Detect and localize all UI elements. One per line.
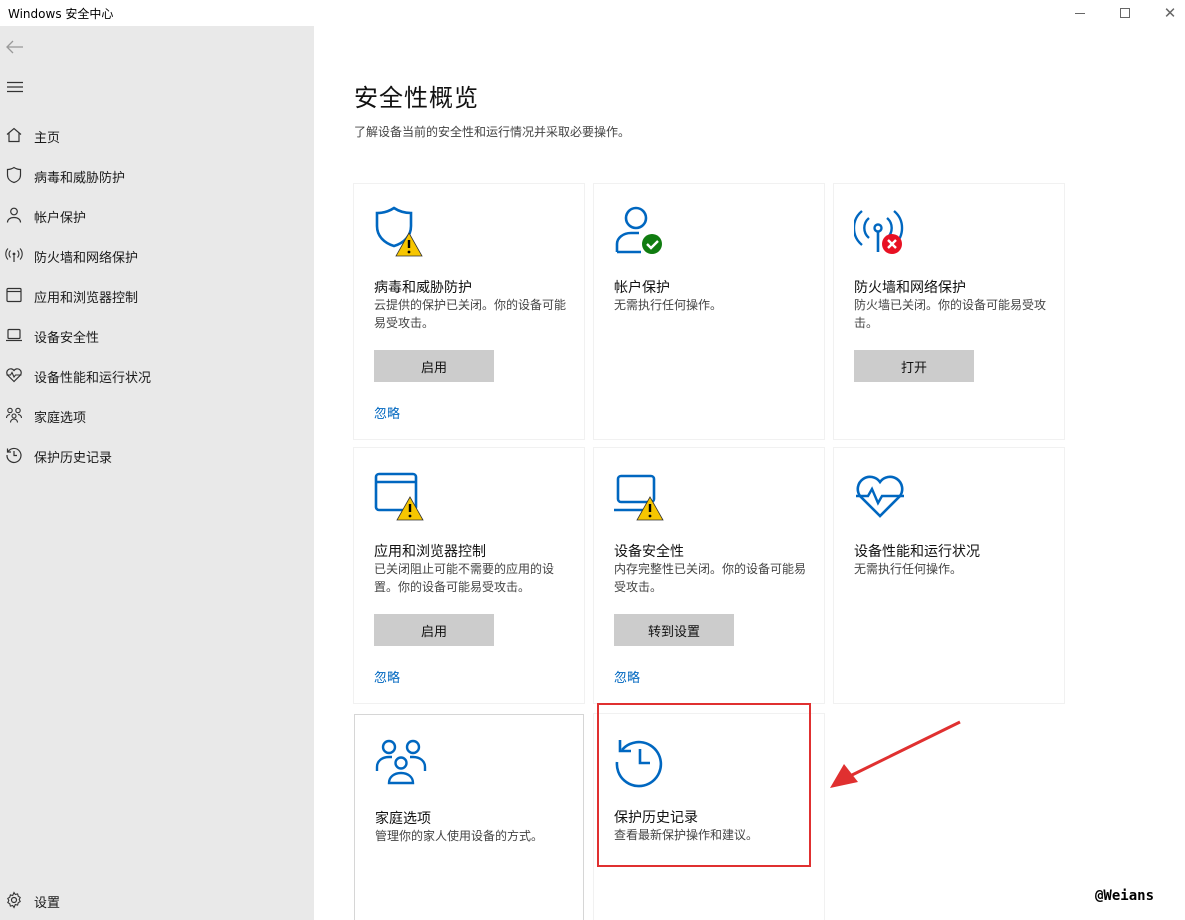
person-check-icon [615,206,662,254]
sidebar-item-label: 保护历史记录 [34,451,113,466]
laptop-icon [6,328,22,342]
sidebar-item-history[interactable]: 保护历史记录 [0,435,314,475]
sidebar-item-label: 应用和浏览器控制 [34,291,139,306]
sidebar-item-account[interactable]: 帐户保护 [0,195,314,235]
person-icon [6,207,22,223]
sidebar-item-label: 设备性能和运行状况 [34,371,152,386]
maximize-icon [1120,8,1130,18]
watermark: @Weians [1095,888,1155,904]
tile-description: 防火墙已关闭。你的设备可能易受攻击。 [854,298,1047,330]
tile-title: 设备性能和运行状况 [854,544,980,560]
family-icon [5,407,23,423]
sidebar-item-label: 家庭选项 [34,411,87,426]
tile-firewall[interactable]: 防火墙和网络保护 防火墙已关闭。你的设备可能易受攻击。 打开 [834,184,1064,439]
main-content: 安全性概览 了解设备当前的安全性和运行情况并采取必要操作。 病毒和威胁防护 云提… [314,26,1185,920]
tile-description: 内存完整性已关闭。你的设备可能易受攻击。 [614,562,807,594]
tile-family-options[interactable]: 家庭选项 管理你的家人使用设备的方式。 [354,714,584,920]
highlight-box [597,703,811,867]
antenna-icon [5,248,23,262]
tile-title: 病毒和威胁防护 [374,280,472,296]
close-button[interactable]: ✕ [1145,0,1185,26]
sidebar-nav: 主页 病毒和威胁防护 帐户保护 防火墙和网络保护 应用和浏览器控制 设备安全性 … [0,115,314,475]
tile-description: 无需执行任何操作。 [854,562,963,576]
shield-warning-icon [375,206,423,257]
sidebar-item-label: 主页 [34,131,61,146]
back-arrow-icon [6,40,23,54]
enable-button[interactable]: 启用 [374,614,494,646]
sidebar-item-label: 防火墙和网络保护 [34,251,139,266]
heart-pulse-icon [6,368,22,383]
red-arrow-annotation [830,720,961,788]
minimize-icon [1075,12,1085,14]
sidebar-item-home[interactable]: 主页 [0,115,314,155]
page-title: 安全性概览 [354,84,479,112]
gear-icon [7,891,21,909]
tile-device-health[interactable]: 设备性能和运行状况 无需执行任何操作。 [834,448,1064,703]
tile-account-protection[interactable]: 帐户保护 无需执行任何操作。 [594,184,824,439]
tile-virus-protection[interactable]: 病毒和威胁防护 云提供的保护已关闭。你的设备可能易受攻击。 启用 忽略 [354,184,584,439]
sidebar-item-device-health[interactable]: 设备性能和运行状况 [0,355,314,395]
ignore-link[interactable]: 忽略 [374,667,400,686]
heart-pulse-icon [856,475,904,518]
tile-description: 无需执行任何操作。 [614,298,723,312]
tile-title: 防火墙和网络保护 [854,280,966,296]
home-icon [6,127,22,143]
tile-title: 应用和浏览器控制 [374,544,486,560]
browser-warning-icon [374,472,424,521]
menu-button[interactable] [4,76,26,98]
sidebar-item-family[interactable]: 家庭选项 [0,395,314,435]
go-to-settings-button[interactable]: 转到设置 [614,614,734,646]
sidebar-item-firewall[interactable]: 防火墙和网络保护 [0,235,314,275]
shield-icon [6,166,22,184]
tile-title: 家庭选项 [375,811,431,827]
tile-device-security[interactable]: 设备安全性 内存完整性已关闭。你的设备可能易受攻击。 转到设置 忽略 [594,448,824,703]
history-icon [6,447,22,463]
page-subtitle: 了解设备当前的安全性和运行情况并采取必要操作。 [354,125,631,139]
tile-app-browser-control[interactable]: 应用和浏览器控制 已关闭阻止可能不需要的应用的设置。你的设备可能易受攻击。 启用… [354,448,584,703]
sidebar-item-label: 病毒和威胁防护 [34,171,126,186]
maximize-button[interactable] [1100,0,1150,26]
tile-title: 帐户保护 [614,280,670,296]
sidebar-item-device-security[interactable]: 设备安全性 [0,315,314,355]
close-icon: ✕ [1163,3,1177,22]
family-icon [375,739,427,785]
tile-description: 已关闭阻止可能不需要的应用的设置。你的设备可能易受攻击。 [374,562,555,594]
title-bar: Windows 安全中心 ✕ [0,0,1185,26]
sidebar-item-settings[interactable]: 设置 [0,886,314,920]
hamburger-icon [7,81,23,93]
tile-title: 设备安全性 [614,544,684,560]
minimize-button[interactable] [1055,0,1105,26]
antenna-error-icon [854,210,904,254]
sidebar-item-app-browser[interactable]: 应用和浏览器控制 [0,275,314,315]
tile-description: 云提供的保护已关闭。你的设备可能易受攻击。 [374,298,567,330]
laptop-warning-icon [614,474,664,521]
ignore-link[interactable]: 忽略 [614,667,640,686]
ignore-link[interactable]: 忽略 [374,403,400,422]
sidebar-item-label: 设备安全性 [34,331,100,346]
sidebar-item-label: 设置 [34,896,61,911]
browser-window-icon [6,287,22,303]
turn-on-button[interactable]: 打开 [854,350,974,382]
back-button[interactable] [4,36,26,58]
sidebar-item-virus[interactable]: 病毒和威胁防护 [0,155,314,195]
enable-button[interactable]: 启用 [374,350,494,382]
sidebar: 主页 病毒和威胁防护 帐户保护 防火墙和网络保护 应用和浏览器控制 设备安全性 … [0,26,314,920]
window-title: Windows 安全中心 [8,7,114,21]
sidebar-item-label: 帐户保护 [34,211,87,226]
tile-description: 管理你的家人使用设备的方式。 [375,829,544,843]
